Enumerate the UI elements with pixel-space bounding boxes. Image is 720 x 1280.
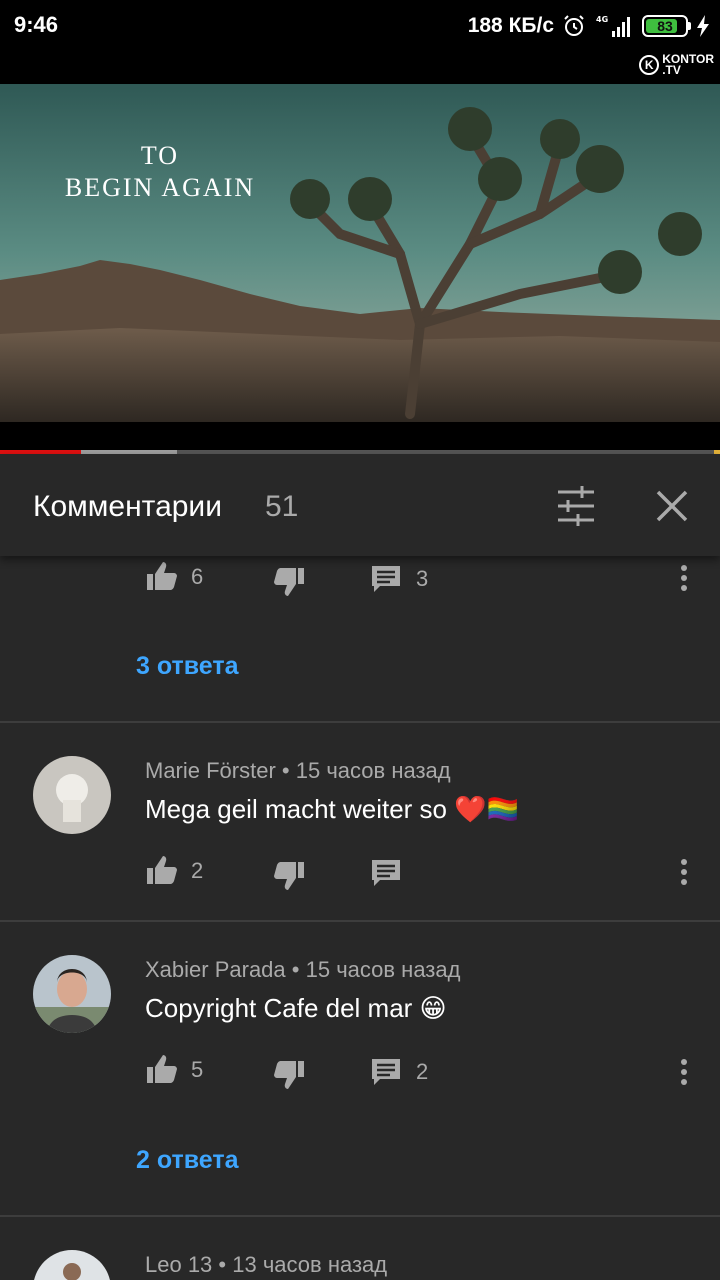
comments-list: 6 3 3 ответа Marie Förster • 15 часов на… [0, 556, 720, 1280]
reply-button[interactable]: 3 [370, 562, 428, 596]
more-options-icon[interactable] [674, 856, 694, 888]
comments-title: Комментарии [33, 490, 222, 523]
avatar-image [33, 1250, 111, 1280]
reply-comment-icon [372, 566, 400, 592]
comment-meta: Xabier Parada • 15 часов назад [145, 957, 461, 982]
like-count: 5 [191, 1057, 204, 1082]
video-title-line1: TO [140, 141, 180, 170]
reply-comment-icon [372, 860, 400, 886]
comment-divider [0, 721, 720, 723]
comment-time: 13 часов назад [232, 1252, 388, 1277]
comment-meta: Leo 13 • 13 часов назад [145, 1252, 388, 1277]
avatar[interactable] [33, 1250, 111, 1280]
comment-meta: Marie Förster • 15 часов назад [145, 758, 451, 783]
thumbs-up-icon [147, 562, 177, 590]
more-options-icon[interactable] [674, 562, 694, 594]
like-count: 2 [191, 858, 204, 883]
thumbs-up-icon [147, 856, 177, 884]
video-frame [0, 84, 720, 422]
video-title-overlay: TO BEGIN AGAIN [60, 140, 260, 204]
reply-count: 2 [416, 1059, 429, 1084]
channel-logo-sub: .TV [662, 63, 681, 77]
comment-time: 15 часов назад [295, 758, 451, 783]
battery-icon: 83 [642, 15, 691, 37]
avatar[interactable] [33, 955, 111, 1033]
comment-divider [0, 920, 720, 922]
thumbs-up-icon [147, 1055, 177, 1083]
status-time: 9:46 [14, 12, 59, 37]
network-type: 4G [596, 15, 608, 24]
status-bar: 9:46 188 КБ/с 4G 83 [0, 0, 720, 52]
comment-divider [0, 1215, 720, 1217]
comment-author[interactable]: Marie Förster [145, 758, 276, 783]
comments-header: Комментарии 51 [0, 454, 720, 556]
status-indicators: 188 КБ/с 4G 83 [468, 12, 710, 40]
view-replies-link[interactable]: 3 ответа [136, 652, 239, 681]
dislike-button[interactable] [272, 1057, 306, 1091]
video-letterbox-top[interactable] [0, 52, 720, 84]
comment-text: Copyright Cafe del mar 😁 [145, 993, 447, 1023]
thumbs-down-icon [274, 1061, 304, 1089]
signal-icon: 4G [596, 15, 630, 37]
comment-time: 15 часов назад [305, 957, 461, 982]
reply-button[interactable] [370, 856, 404, 890]
alarm-icon [564, 15, 584, 36]
thumbs-down-icon [274, 568, 304, 596]
close-icon[interactable] [650, 484, 694, 528]
avatar-image [33, 955, 111, 1033]
comments-count: 51 [265, 490, 299, 523]
network-speed: 188 КБ/с [467, 14, 554, 37]
reply-button[interactable]: 2 [370, 1055, 428, 1089]
dislike-button[interactable] [272, 564, 306, 598]
comment-text: Mega geil macht weiter so ❤️🏳️‍🌈 [145, 794, 519, 824]
thumbs-down-icon [274, 862, 304, 890]
video-player[interactable]: TO BEGIN AGAIN [0, 84, 720, 422]
battery-level: 83 [657, 18, 673, 34]
charging-icon [697, 15, 709, 37]
like-button[interactable]: 5 [145, 1053, 203, 1087]
dislike-button[interactable] [272, 858, 306, 892]
view-replies-link[interactable]: 2 ответа [136, 1146, 239, 1175]
like-count: 6 [191, 564, 204, 589]
kontor-logo-icon: K [639, 55, 660, 75]
like-button[interactable]: 6 [145, 560, 203, 594]
more-options-icon[interactable] [674, 1056, 694, 1088]
like-button[interactable]: 2 [145, 854, 203, 888]
avatar-image [33, 756, 111, 834]
video-title-line2: BEGIN AGAIN [64, 173, 256, 202]
reply-comment-icon [372, 1059, 400, 1085]
avatar[interactable] [33, 756, 111, 834]
comment-author[interactable]: Leo 13 [145, 1252, 212, 1277]
reply-count: 3 [416, 566, 429, 591]
sort-filter-icon[interactable] [552, 484, 600, 528]
channel-watermark: K KONTOR .TV [639, 53, 714, 77]
comment-author[interactable]: Xabier Parada [145, 957, 286, 982]
